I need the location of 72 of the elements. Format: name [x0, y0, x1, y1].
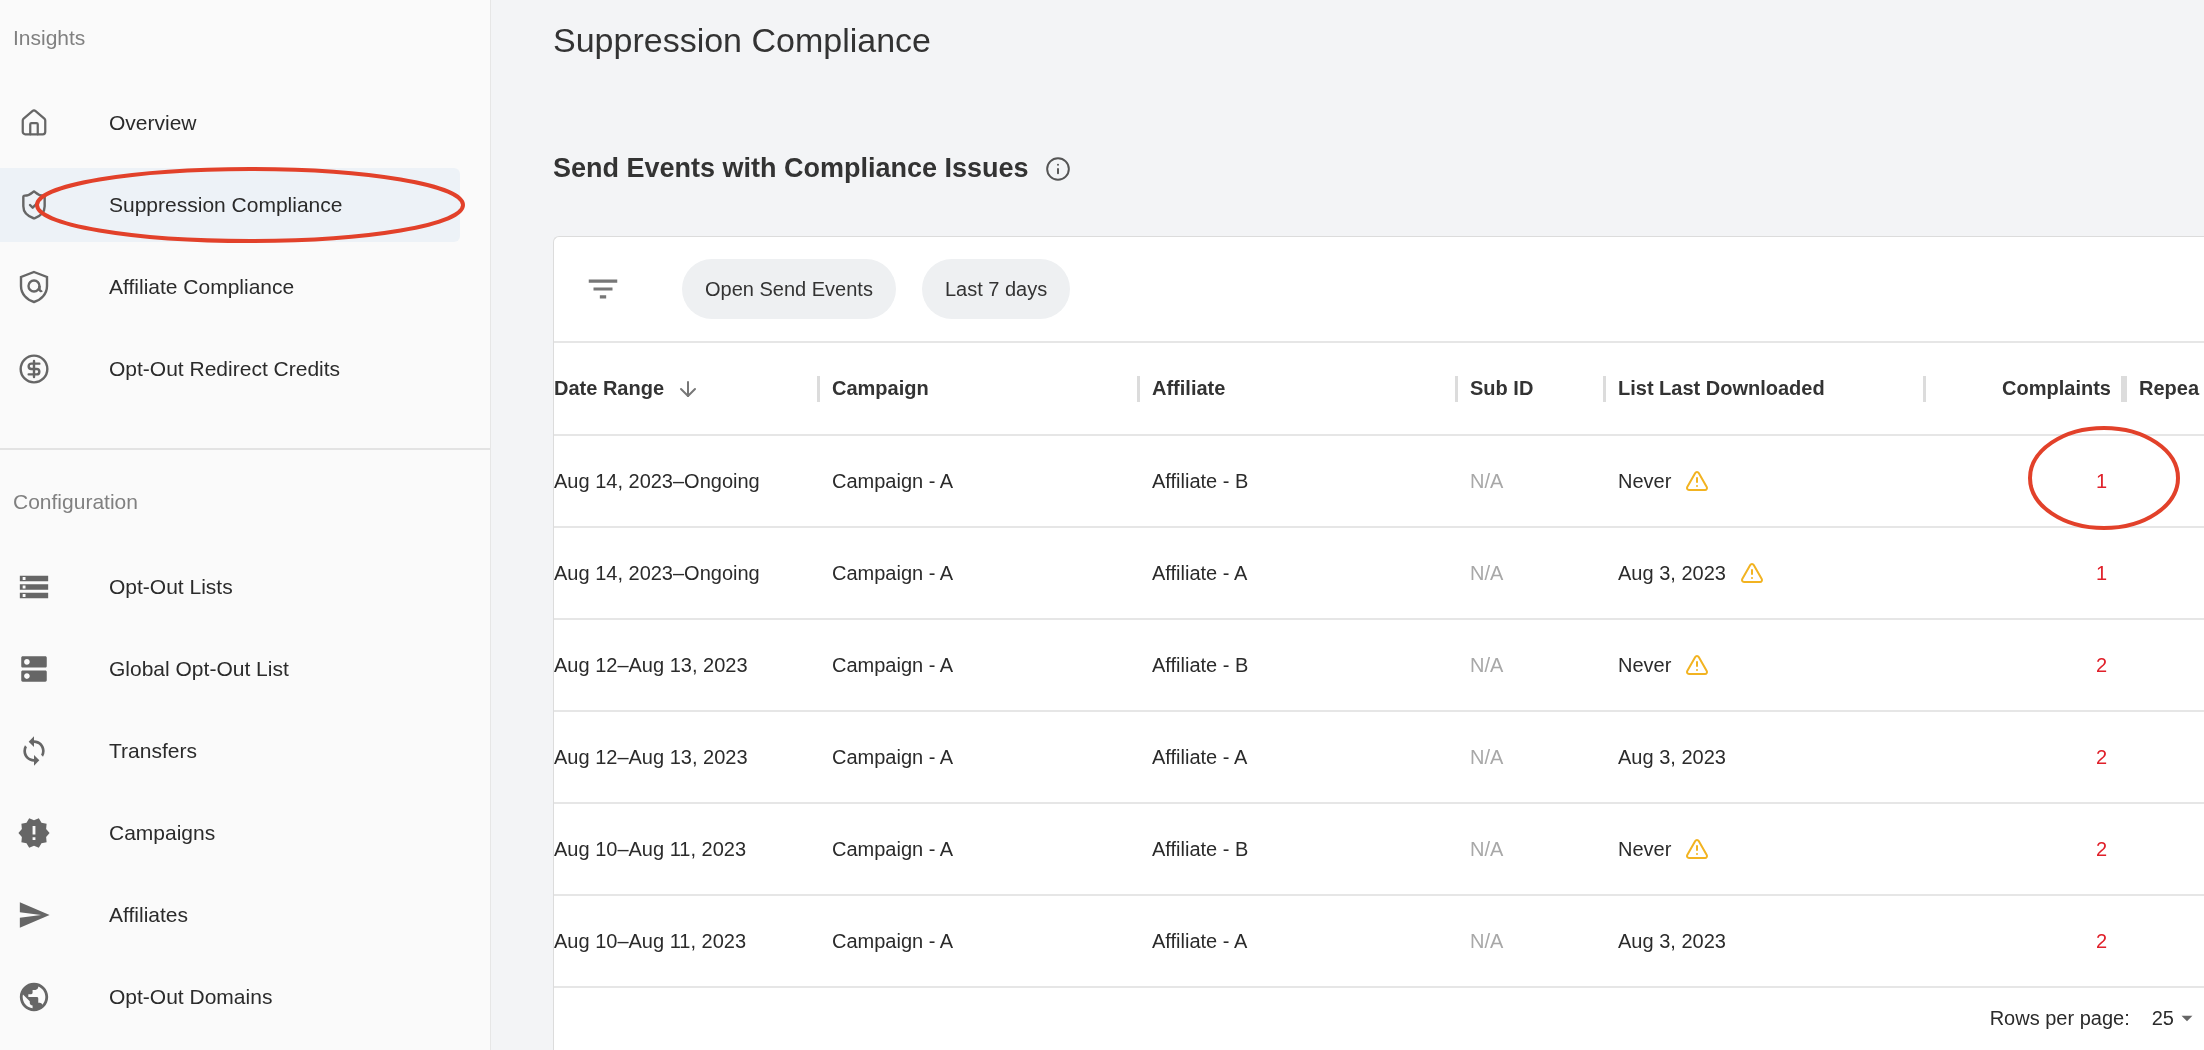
rows-per-page-select[interactable]: 25 [2151, 1005, 2200, 1031]
table-cell: Aug 14, 2023–Ongoing [554, 469, 760, 493]
table-cell: Aug 10–Aug 11, 2023 [554, 929, 747, 953]
table-row[interactable]: Aug 10–Aug 11, 2023 Campaign - A Affiliate - A N/A Aug 3, 2023 2 [554, 896, 2204, 988]
table-cell: Affiliate - B [1152, 837, 1249, 861]
table-row[interactable]: Aug 12–Aug 13, 2023 Campaign - A Affiliate - B N/A Never 2 [554, 620, 2204, 712]
table-cell: 1 [2095, 561, 2107, 585]
table-cell: Aug 3, 2023 [1618, 561, 1726, 585]
table-cell: Affiliate - B [1152, 469, 1249, 493]
sidebar-item[interactable]: Opt-Out Domains [0, 960, 460, 1034]
column-header[interactable]: Campaign [832, 377, 929, 400]
filter-chip[interactable]: Last 7 days [921, 259, 1071, 319]
column-header[interactable]: Affiliate [1152, 377, 1226, 400]
column-header[interactable]: Sub ID [1470, 377, 1534, 400]
table-row[interactable]: Aug 14, 2023–Ongoing Campaign - A Affiliate - B N/A Never 1 [554, 436, 2204, 528]
table-cell: Aug 14, 2023–Ongoing [554, 561, 760, 585]
column-header[interactable]: List Last Downloaded [1618, 377, 1825, 400]
sidebar-item[interactable]: Campaigns [0, 796, 460, 870]
table-row[interactable]: Aug 10–Aug 11, 2023 Campaign - A Affiliate - B N/A Never 2 [554, 804, 2204, 896]
sidebar-item[interactable]: Affiliate Compliance [0, 250, 460, 324]
table-cell: 2 [2095, 929, 2107, 953]
section-label: Configuration [12, 489, 139, 515]
table-cell: N/A [1470, 929, 1504, 953]
table-cell: 2 [2095, 745, 2107, 769]
table-cell: N/A [1470, 653, 1504, 677]
rows-per-page-label: Rows per page: [1989, 1006, 2130, 1030]
warning-icon [1685, 469, 1710, 493]
table-cell: Campaign - A [832, 745, 954, 769]
table-cell: Campaign - A [832, 561, 954, 585]
table-cell: Campaign - A [832, 469, 954, 493]
table-cell: Never [1618, 653, 1672, 677]
table-cell: Never [1618, 469, 1672, 493]
table-cell: Aug 10–Aug 11, 2023 [554, 837, 747, 861]
section-heading: Send Events with Compliance Issues [553, 153, 1029, 184]
table-cell: Affiliate - B [1152, 653, 1249, 677]
page-title: Suppression Compliance [553, 20, 932, 61]
table-cell: 2 [2095, 837, 2107, 861]
sidebar-item[interactable]: Transfers [0, 714, 460, 788]
table-row[interactable]: Aug 12–Aug 13, 2023 Campaign - A Affiliate - A N/A Aug 3, 2023 2 [554, 712, 2204, 804]
table-cell: 1 [2095, 469, 2107, 493]
table-cell: Aug 12–Aug 13, 2023 [554, 653, 748, 677]
table-cell: Aug 12–Aug 13, 2023 [554, 745, 748, 769]
warning-icon [1685, 837, 1710, 861]
column-header[interactable]: Complaints [2002, 377, 2111, 400]
table-cell: Affiliate - A [1152, 561, 1248, 585]
table-cell: Campaign - A [832, 837, 954, 861]
sidebar-item[interactable]: Affiliates [0, 878, 460, 952]
filter-chip[interactable]: Open Send Events [682, 259, 896, 319]
sidebar-item[interactable]: Global Opt-Out List [0, 632, 460, 706]
section-label: Insights [12, 25, 87, 51]
table-cell: 2 [2095, 653, 2107, 677]
sidebar-item[interactable]: Overview [0, 86, 460, 160]
table-cell: N/A [1470, 837, 1504, 861]
table-row[interactable]: Aug 14, 2023–Ongoing Campaign - A Affiliate - A N/A Aug 3, 2023 1 [554, 528, 2204, 620]
table-cell: Campaign - A [832, 929, 954, 953]
warning-icon [1739, 561, 1764, 585]
warning-icon [1685, 653, 1710, 677]
sidebar-item[interactable]: Opt-Out Redirect Credits [0, 332, 460, 406]
sidebar-item[interactable]: Opt-Out Lists [0, 550, 460, 624]
sidebar-item[interactable]: Suppression Compliance [0, 168, 460, 242]
table-cell: Affiliate - A [1152, 745, 1248, 769]
table-cell: N/A [1470, 469, 1504, 493]
info-icon[interactable] [1044, 155, 1071, 182]
column-header[interactable]: Repea [2139, 377, 2200, 400]
table-cell: Aug 3, 2023 [1618, 745, 1726, 769]
table-cell: Campaign - A [832, 653, 954, 677]
table-cell: N/A [1470, 561, 1504, 585]
table-cell: N/A [1470, 745, 1504, 769]
table-cell: Never [1618, 837, 1672, 861]
table-cell: Aug 3, 2023 [1618, 929, 1726, 953]
column-header[interactable]: Date Range [554, 377, 665, 400]
table-cell: Affiliate - A [1152, 929, 1248, 953]
